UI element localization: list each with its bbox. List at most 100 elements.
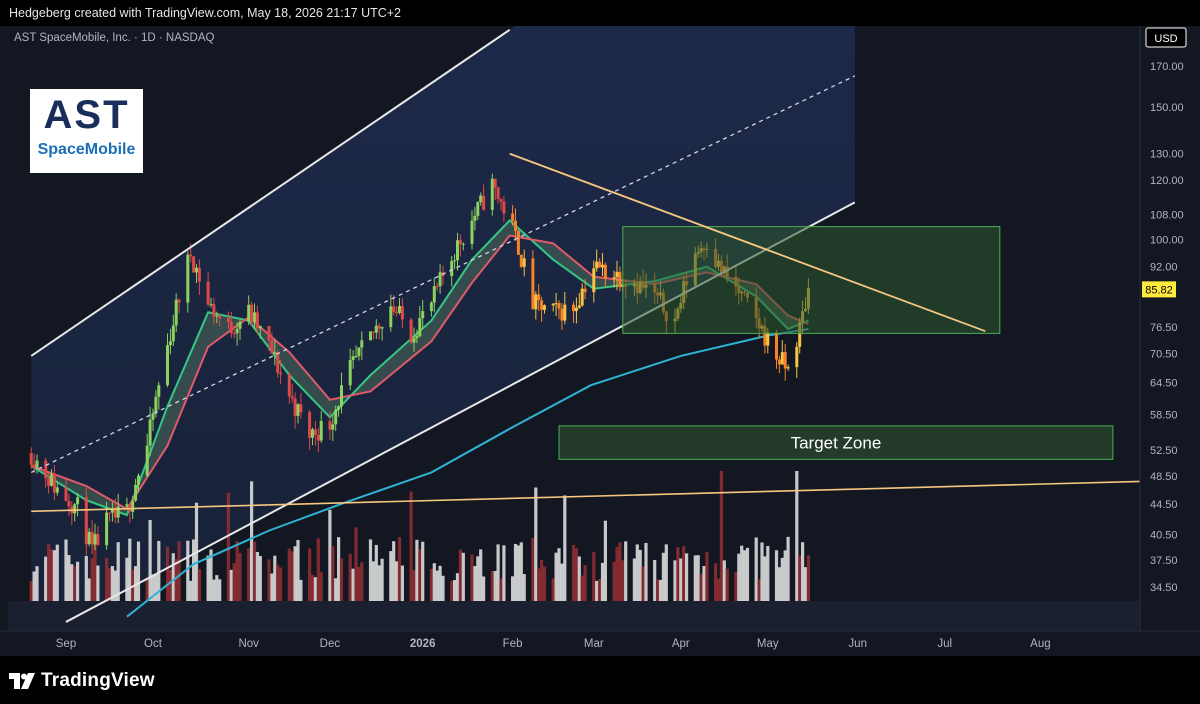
candle-body [177, 299, 181, 303]
volume-bar [232, 563, 236, 601]
candle-body [560, 308, 564, 321]
volume-bar [136, 541, 141, 601]
x-tick-label: Oct [144, 638, 163, 650]
candle-body [618, 271, 622, 288]
y-tick-label: 76.50 [1150, 322, 1178, 334]
volume-bar [676, 547, 680, 601]
volume-bar [70, 564, 74, 601]
candle-body [105, 512, 109, 546]
volume-bar [783, 550, 787, 601]
candle-body [186, 254, 190, 303]
volume-bar [215, 575, 219, 601]
candle-body [514, 220, 517, 231]
volume-bar [740, 545, 744, 601]
volume-bar [354, 527, 358, 601]
volume-bar [499, 578, 503, 601]
price-chart[interactable]: Target Zone AST SpaceMobile, Inc. · 1D · … [0, 26, 1200, 656]
tradingview-brand: TradingView [41, 670, 155, 691]
candle-body [429, 302, 433, 312]
volume-bar [247, 548, 251, 601]
volume-bar [145, 577, 149, 601]
volume-bar [279, 567, 283, 601]
volume-bar [90, 558, 94, 601]
volume-bar [429, 568, 433, 601]
volume-bar [441, 575, 445, 601]
volume-bar [435, 570, 439, 601]
candle-body [296, 404, 300, 416]
volume-bar [455, 573, 460, 601]
volume-bar [577, 556, 581, 601]
candle-body [328, 420, 332, 430]
volume-bar [432, 563, 436, 601]
volume-bar [192, 539, 196, 601]
volume-bar [334, 578, 338, 601]
candle-body [476, 202, 480, 216]
volume-bar [168, 569, 172, 601]
volume-bar [482, 576, 486, 601]
candle-body [360, 340, 364, 348]
candle-body [229, 321, 233, 334]
volume-bar [128, 538, 132, 601]
volume-bar [267, 559, 271, 601]
volume-bar [290, 551, 294, 601]
candle-body [450, 260, 454, 276]
volume-bar [351, 568, 355, 601]
volume-bar [319, 571, 323, 601]
candle-body [543, 305, 546, 310]
candle-body [55, 487, 59, 493]
volume-bar [453, 580, 457, 601]
volume-bar [479, 549, 483, 601]
candle-body [137, 475, 140, 485]
volume-bar [29, 580, 33, 601]
volume-bar [679, 558, 683, 601]
volume-bar [780, 557, 784, 601]
volume-bar [116, 542, 120, 601]
volume-bar [206, 555, 210, 601]
candle-body [84, 497, 88, 545]
volume-bar [621, 560, 625, 601]
candle-body [601, 264, 604, 268]
volume-bar [502, 545, 506, 601]
candle-body [534, 294, 538, 310]
x-tick-label: Sep [56, 638, 76, 650]
candle-body [777, 359, 781, 365]
volume-bar [44, 556, 48, 601]
candle-body [270, 340, 274, 354]
volume-bar [757, 579, 761, 601]
candle-body [218, 315, 222, 318]
volume-bar [270, 573, 274, 601]
volume-bar [734, 571, 738, 601]
candle-body [258, 326, 262, 329]
volume-bar [803, 567, 808, 601]
volume-bar [458, 549, 462, 601]
candle-body [195, 267, 198, 273]
volume-bar [522, 574, 526, 601]
volume-bar [235, 541, 239, 601]
tradingview-logo[interactable]: TradingView [9, 670, 155, 692]
candle-body [154, 396, 158, 414]
candle-body [377, 325, 381, 329]
volume-bar [540, 559, 544, 601]
candle-body [380, 327, 384, 329]
volume-bar [313, 577, 317, 601]
candle-body [357, 347, 361, 357]
volume-bar [226, 492, 230, 601]
candle-body [395, 311, 399, 313]
volume-bar [250, 481, 254, 601]
candle-body [354, 356, 358, 358]
volume-bar [716, 578, 721, 601]
candle-body [519, 254, 523, 267]
volume-bar [154, 574, 158, 601]
volume-bar [299, 579, 303, 601]
candle-body [35, 460, 39, 468]
y-tick-label: 40.50 [1150, 530, 1178, 542]
volume-bar [76, 561, 80, 601]
candle-body [279, 372, 283, 375]
candle-body [490, 178, 494, 210]
volume-bar [705, 552, 709, 601]
candle-body [522, 258, 526, 267]
volume-bar [212, 579, 216, 601]
volume-bar [186, 540, 190, 601]
volume-bar [496, 544, 500, 601]
y-tick-label: 64.50 [1150, 378, 1178, 390]
